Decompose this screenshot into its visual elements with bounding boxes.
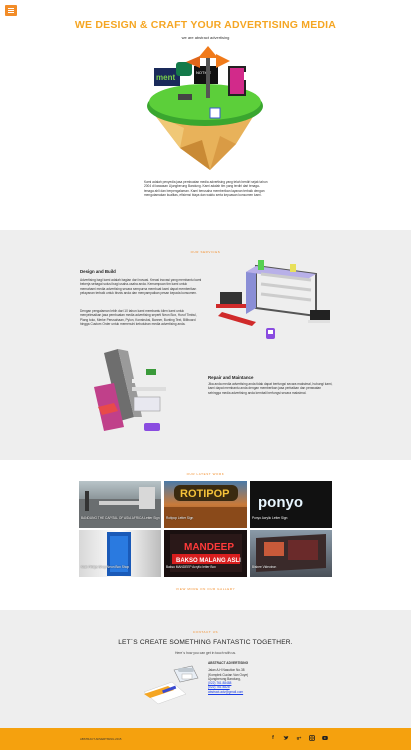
footer: ABSTRACT ADVERTISING 2015 f g+ <box>0 728 411 750</box>
work-item-mandeep[interactable]: MANDEEP BAKSO MALANG ASLI Bakso MANDEEP … <box>164 530 247 577</box>
design-build-text-1: Advertising bagi kami adalah bagian dari… <box>80 278 202 295</box>
repair-title: Repair and Maintance <box>208 375 254 380</box>
twitter-icon[interactable] <box>283 735 289 741</box>
ponyo-sign-photo: ponyo <box>258 494 303 511</box>
work-grid: BANDUNG THE CAPITAL OF ASIA AFRICA Lette… <box>79 481 332 577</box>
svg-text:ment: ment <box>156 73 175 82</box>
contact-section: CONTACT US LET`S CREATE SOMETHING FANTAS… <box>0 610 411 728</box>
page-title: WE DESIGN & CRAFT YOUR ADVERTISING MEDIA <box>74 19 337 31</box>
contact-kicker: CONTACT US <box>192 630 219 634</box>
design-build-title: Design and Build <box>80 269 116 274</box>
company-name: ABSTRACT ADVERTISING <box>208 661 249 665</box>
menu-toggle-button[interactable] <box>5 5 17 16</box>
work-caption: Bisbee Videotron <box>252 565 277 569</box>
work-kicker: OUR LATEST WORK <box>186 472 225 476</box>
work-item-ponyo[interactable]: ponyo Ponyo Acrylic Letter Sign <box>250 481 332 528</box>
svg-text:ROTIPOP: ROTIPOP <box>180 488 230 500</box>
view-gallery-link[interactable]: VIEW MORE ON OUR GALLERY <box>0 587 411 591</box>
work-caption: Ponyo Acrylic Letter Sign <box>252 516 288 520</box>
design-build-text-2: Dengan pengalaman lebih dari 10 tahun ka… <box>80 309 197 326</box>
desk-phone-illustration <box>143 665 199 705</box>
hero-section: WE DESIGN & CRAFT YOUR ADVERTISING MEDIA… <box>0 0 411 230</box>
work-item-rotipop[interactable]: ROTIPOP Rotipop Letter Sign <box>164 481 247 528</box>
rotipop-sign-photo: ROTIPOP <box>164 485 247 528</box>
hero-description: Kami adalah penyedia jasa pembuatan medi… <box>144 180 268 198</box>
hero-subtitle: we are abstract advertising <box>181 35 230 40</box>
youtube-icon[interactable] <box>322 735 328 741</box>
work-item-bisbee[interactable]: Bisbee Videotron <box>250 530 332 577</box>
contact-title: LET`S CREATE SOMETHING FANTASTIC TOGETHE… <box>118 639 293 646</box>
work-item-asia-africa[interactable]: BANDUNG THE CAPITAL OF ASIA AFRICA Lette… <box>79 481 161 528</box>
copyright-text: ABSTRACT ADVERTISING 2015 <box>80 737 122 741</box>
google-plus-icon[interactable]: g+ <box>296 735 302 741</box>
contact-address: ABSTRACT ADVERTISING Jalan A.H Nasution … <box>208 661 298 694</box>
facebook-icon[interactable]: f <box>270 735 276 741</box>
latest-work-section: OUR LATEST WORK BANDUNG THE CAPITAL OF A… <box>0 460 411 610</box>
bisbee-videotron-photo <box>256 534 326 572</box>
svg-text:ponyo: ponyo <box>258 494 303 511</box>
svg-text:BAKSO MALANG ASLI: BAKSO MALANG ASLI <box>176 558 241 564</box>
services-kicker: OUR SERVICES <box>190 250 221 254</box>
work-caption: BANDUNG THE CAPITAL OF ASIA AFRICA Lette… <box>81 516 160 520</box>
services-section: OUR SERVICES Design and Build Advertisin… <box>0 230 411 460</box>
hero-island-illustration: ment NOTICE <box>147 46 263 170</box>
work-caption: Bakso MANDEEP Acrylic letter Box <box>166 565 216 569</box>
social-links: f g+ <box>270 735 328 741</box>
email-link[interactable]: abstract.adv@gmail.com <box>208 690 298 694</box>
repair-text: Jika anda media advertising anda tidak d… <box>208 382 333 395</box>
svg-text:MANDEEP: MANDEEP <box>184 542 234 553</box>
work-caption: Rotipop Letter Sign <box>166 516 194 520</box>
mandeep-sign-photo: MANDEEP BAKSO MALANG ASLI <box>170 534 242 572</box>
contact-subtitle: Here`s how you can get in touch with us. <box>174 651 237 655</box>
work-item-philips[interactable]: Klub Philips Shop Neon Box Shop <box>79 530 161 577</box>
asia-africa-sign-photo <box>79 487 161 528</box>
design-build-illustration <box>216 260 330 339</box>
work-caption: Klub Philips Shop Neon Box Shop <box>81 565 130 569</box>
instagram-icon[interactable] <box>309 735 315 741</box>
repair-illustration <box>94 349 166 431</box>
philips-neon-box-photo <box>107 532 131 576</box>
